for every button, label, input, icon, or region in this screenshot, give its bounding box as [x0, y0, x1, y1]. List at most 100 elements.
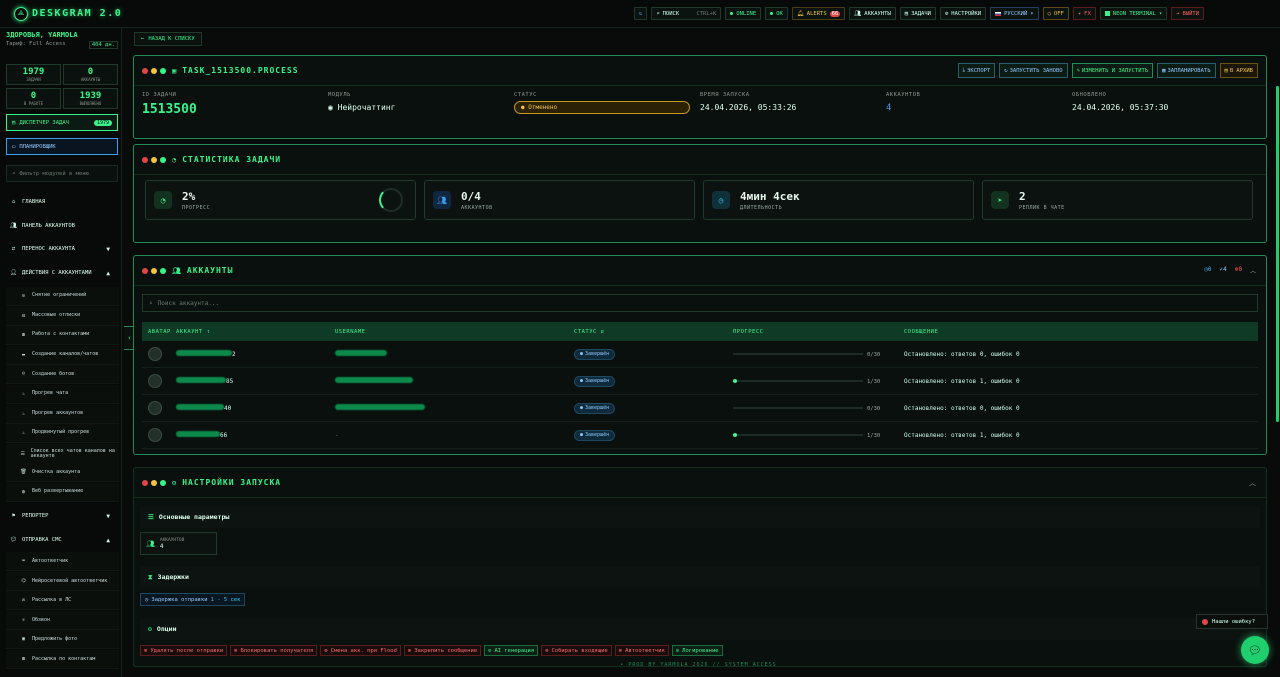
account-search-placeholder: Поиск аккаунта... [157, 299, 220, 307]
logo[interactable]: ⟁ DESKGRAM 2.0 [14, 6, 634, 21]
sidebar-subitem[interactable]: ☺ Создание ботов [6, 365, 119, 385]
option-toggle[interactable]: ⊗ Автоответчик [614, 645, 669, 656]
redacted-username [335, 377, 413, 383]
sidebar-subitem[interactable]: ☎ Рассылка по контактам [6, 650, 119, 669]
maximize-dot-icon[interactable] [160, 267, 166, 274]
nav-accounts[interactable]: 👥︎ АККАУНТЫ [849, 7, 896, 20]
sidebar-subitem[interactable]: ⊘ Снятие ограничений [6, 287, 119, 306]
close-dot-icon[interactable] [142, 156, 148, 163]
fx-toggle[interactable]: ✦ FX [1072, 7, 1096, 20]
logout-button[interactable]: ⇥ ВЫЙТИ [1171, 7, 1205, 20]
nav-settings[interactable]: ⚙ НАСТРОЙКИ [939, 7, 987, 20]
module-filter-input[interactable]: ⌕ Фильтр модулей в меню [6, 165, 118, 182]
sidebar-subitem[interactable]: 🗑︎ Очистка аккаунта [6, 463, 119, 483]
dispatcher-label: ДИСПЕТЧЕР ЗАДАЧ [19, 119, 69, 126]
nav-accounts-panel[interactable]: 👥︎ ПАНЕЛЬ АККАУНТОВ [0, 216, 122, 236]
chat-icon: 💬︎ [10, 537, 17, 543]
sidebar-subitem[interactable]: ♨ Прогрев чата [6, 385, 119, 404]
nav-transfer[interactable]: ⇄ ПЕРЕНОС АККАУНТА ▼ [0, 239, 122, 259]
close-dot-icon[interactable] [142, 67, 148, 74]
maximize-dot-icon[interactable] [160, 479, 166, 486]
restart-button[interactable]: ↻ ЗАПУСТИТЬ ЗАНОВО [999, 63, 1068, 78]
fire-icon: ♨ [21, 391, 25, 397]
schedule-button[interactable]: ▦ ЗАПЛАНИРОВАТЬ [1157, 63, 1216, 78]
table-row[interactable]: 66 - ● Завершён 1/30 Остановлено: ответов 1, … [142, 422, 1258, 449]
sidebar-subitem[interactable]: ⊟ Массовые отписки [6, 306, 119, 326]
table-row[interactable]: 2 ● Завершён 0/30 Остановлено: ответов 0, ош… [142, 341, 1258, 368]
row-message: Остановлено: ответов 1, ошибок 0 [904, 431, 1020, 439]
language-select[interactable]: РУССКИЙ ▾ [990, 7, 1039, 20]
theme-select[interactable]: NEON TERMINAL ▾ [1099, 7, 1168, 20]
sidebar-subitem[interactable]: ⌨ Автоответчик [6, 552, 119, 571]
close-dot-icon[interactable] [142, 479, 148, 486]
minimize-dot-icon[interactable] [151, 156, 157, 163]
sidebar-subitem[interactable]: ☏ Обзвон [6, 610, 119, 630]
option-label: Закрепить сообщение [414, 647, 478, 654]
unlock-icon: ⊘ [21, 293, 25, 299]
close-dot-icon[interactable] [142, 267, 148, 274]
col-message: СООБЩЕНИЕ [904, 328, 939, 335]
module-filter-placeholder: Фильтр модулей в меню [19, 170, 89, 177]
sidebar: ЗДОРОВЬЯ, YARMOLA Тариф: Full Access 404 … [0, 28, 122, 677]
info-status: СТАТУС ● Отменено [514, 92, 700, 130]
unsubscribe-icon: ⊟ [21, 312, 25, 319]
table-row[interactable]: 85 ● Завершён 1/30 Остановлено: ответов 1, о… [142, 368, 1258, 395]
sidebar-subitem[interactable]: ♨ Продвинутый прогрев [6, 424, 119, 444]
start-time-value: 24.04.2026, 05:33:26 [700, 103, 797, 112]
edit-run-button[interactable]: ✎ ИЗМЕНИТЬ И ЗАПУСТИТЬ [1071, 63, 1154, 78]
nav-sms[interactable]: 💬︎ ОТПРАВКА СМС ▲ [0, 530, 122, 550]
report-bug-button[interactable]: Нашли ошибку? [1196, 614, 1268, 629]
archive-button[interactable]: ▤ В АРХИВ [1219, 63, 1258, 78]
minimize-dot-icon[interactable] [151, 67, 157, 74]
col-status[interactable]: СТАТУС ⇵ [574, 329, 733, 335]
nav-tasks[interactable]: ▤ ЗАДАЧИ [899, 7, 936, 20]
dispatcher-button[interactable]: ▤ ДИСПЕТЧЕР ЗАДАЧ 1979 [6, 114, 118, 131]
search-button[interactable]: ⌕ ПОИСК CTRL+K [651, 7, 722, 20]
sidebar-subitem[interactable]: ▣ Предложить фото [6, 630, 119, 650]
nav-reporter[interactable]: ⚑ РЕПОРТЕР ▼ [0, 506, 122, 526]
option-toggle[interactable]: ⊗ Блокировать получателя [230, 645, 318, 656]
option-toggle[interactable]: ⊙ AI генерация [484, 645, 539, 656]
refresh-button[interactable]: ↻ [634, 7, 648, 20]
chevron-up-icon[interactable]: ︿ [1249, 478, 1256, 488]
mail-icon: ✉ [21, 597, 25, 604]
option-toggle[interactable]: ⊗ Удалять после отправки [140, 645, 228, 656]
account-search-input[interactable]: ⌕ Поиск аккаунта... [142, 294, 1258, 312]
option-toggle[interactable]: ⊗ Смена акк. при Flood [320, 645, 401, 656]
back-button[interactable]: ← НАЗАД К СПИСКУ [134, 32, 202, 46]
off-toggle[interactable]: ○ OFF [1042, 7, 1069, 20]
gear-icon: ⚙ [944, 10, 949, 17]
option-toggle[interactable]: ⊙ Логирование [671, 645, 723, 656]
sidebar-subitem-label: Веб развертывание [32, 488, 84, 495]
minimize-dot-icon[interactable] [151, 479, 157, 486]
col-account[interactable]: АККАУНТ ↑ [176, 329, 335, 335]
off-label: OFF [1053, 10, 1064, 17]
sidebar-subitem[interactable]: ⌬ Нейросетевой автоответчик [6, 571, 119, 591]
export-button[interactable]: ⤓ ЭКСПОРТ [957, 63, 996, 78]
chevron-up-icon[interactable]: ︿ [1250, 266, 1256, 275]
planner-button[interactable]: ▭ ПЛАНИРОВЩИК [6, 138, 118, 155]
option-toggle[interactable]: ⊗ Закрепить сообщение [403, 645, 482, 656]
basic-section-title: Основные параметры [158, 513, 230, 521]
nav-home[interactable]: ⌂ ГЛАВНАЯ [0, 192, 122, 212]
chat-button[interactable]: 💬︎ [1241, 636, 1269, 664]
maximize-dot-icon[interactable] [160, 156, 166, 163]
footer: • PROD BY YARMOLA 2026 // SYSTEM ACCESS [620, 662, 777, 668]
task-title-text: TASK_1513500.PROCESS [182, 66, 299, 75]
sidebar-subitem[interactable]: ☎ Работа с контактами [6, 326, 119, 346]
minimize-dot-icon[interactable] [151, 267, 157, 274]
export-label: ЭКСПОРТ [967, 67, 991, 74]
sidebar-subitem[interactable]: ◍ Веб развертывание [6, 483, 119, 502]
nav-settings-label: НАСТРОЙКИ [951, 10, 982, 17]
refresh-icon: ↻ [1004, 67, 1008, 74]
sidebar-subitem[interactable]: ▬ Создание каналов/чатов [6, 345, 119, 365]
alerts-button[interactable]: 🔔︎ ALERTS 66 [791, 7, 846, 20]
maximize-dot-icon[interactable] [160, 67, 166, 74]
users-icon: 👥︎ [854, 10, 862, 17]
table-row[interactable]: 40 ● Завершён 0/30 Остановлено: ответов 0, о… [142, 395, 1258, 422]
sidebar-subitem[interactable]: ✉ Рассылка в ЛС [6, 591, 119, 611]
sidebar-subitem[interactable]: ♨ Прогрев аккаунтов [6, 404, 119, 424]
scrollbar[interactable] [1276, 86, 1279, 422]
option-toggle[interactable]: ⊗ Собирать входящие [541, 645, 612, 656]
nav-account-actions[interactable]: 👤︎ ДЕЙСТВИЯ С АККАУНТАМИ ▲ [0, 263, 122, 283]
